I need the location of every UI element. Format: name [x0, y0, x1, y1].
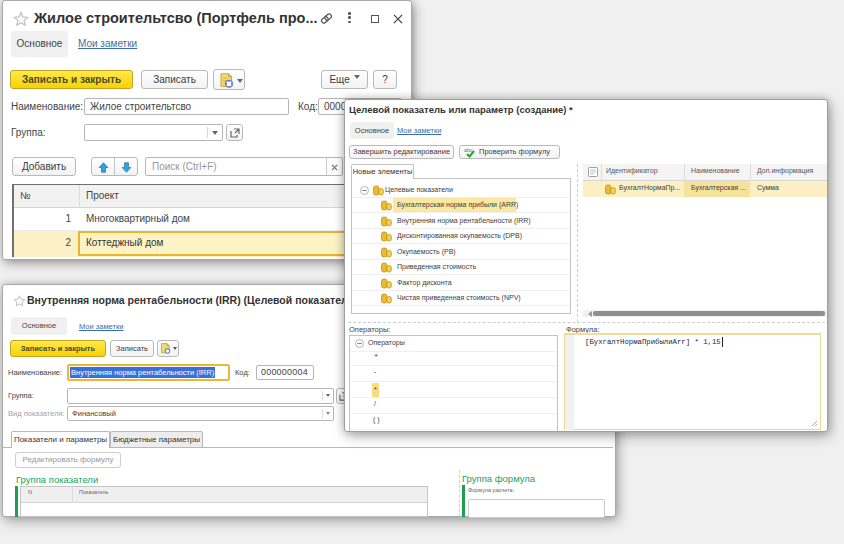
svg-text:abc: abc — [464, 147, 473, 153]
